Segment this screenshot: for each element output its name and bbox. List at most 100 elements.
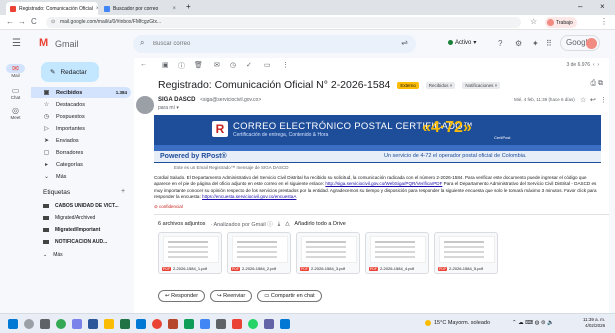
sidebar-item-starred[interactable]: ☆ Destacados	[31, 99, 131, 110]
reply-icon[interactable]: ↩	[590, 96, 596, 104]
app-icon[interactable]	[232, 319, 242, 329]
label-item[interactable]: CABOS UNIDAD DE VICT...	[43, 203, 131, 209]
label-item[interactable]: NOTIFICACIÓN AUD...	[43, 239, 131, 245]
rail-mail[interactable]: ✉ Mail	[0, 64, 31, 78]
taskbar: 15°C Mayorm. soleado ⌃ ☁ ⌨ ◍ ⊜ 🔈 11:39 a…	[0, 313, 615, 333]
attachment-card[interactable]: PDF 2-2026-1584_1.pdf	[158, 232, 222, 274]
search-icon[interactable]: ⌕	[140, 38, 144, 48]
label-item[interactable]: Migrated/Archived	[43, 215, 131, 221]
add-task-icon[interactable]: ✓	[246, 61, 252, 69]
label-chip[interactable]: Notificaciones ×	[462, 81, 501, 89]
sidebar-item-more[interactable]: ⌄ Más	[31, 171, 131, 182]
labels-more[interactable]: ⌄ Más	[43, 252, 131, 258]
app-icon[interactable]	[216, 319, 226, 329]
sidebar-item-inbox[interactable]: ▣ Recibidos 1.384	[31, 87, 131, 98]
drive-icon[interactable]: △	[285, 221, 289, 227]
outlook-icon[interactable]	[136, 319, 146, 329]
more-options-icon[interactable]: ⋮	[282, 61, 289, 69]
site-info-icon[interactable]: ⊙	[51, 17, 55, 28]
status-indicator[interactable]: Activo ▾	[448, 39, 476, 46]
sidebar-item-snoozed[interactable]: ◷ Pospuestos	[31, 111, 131, 122]
search-bar[interactable]: ⌕ ⇌	[133, 35, 416, 53]
browser-tab-active[interactable]: Registrado: Comunicación Oficial ×	[6, 2, 98, 15]
compose-button[interactable]: ✎ Redactar	[41, 62, 99, 82]
start-icon[interactable]	[8, 319, 18, 329]
apps-grid-icon[interactable]: ⠿	[546, 39, 552, 48]
add-label-icon[interactable]: +	[121, 188, 125, 195]
task-view-icon[interactable]	[40, 319, 50, 329]
chrome-icon[interactable]	[56, 319, 66, 329]
move-to-icon[interactable]: ▭	[264, 61, 271, 69]
label-item[interactable]: Migrated/Important	[43, 227, 131, 233]
search-input[interactable]	[153, 38, 383, 50]
add-to-drive-link[interactable]: Añadirlo todo a Drive	[294, 221, 345, 227]
report-spam-icon[interactable]: ⓘ	[178, 61, 185, 71]
account-switcher[interactable]: Google	[560, 35, 600, 51]
app-icon[interactable]	[200, 319, 210, 329]
minimize-icon[interactable]: –	[578, 2, 582, 11]
settings-gear-icon[interactable]: ⚙	[515, 39, 522, 48]
gmail-logo-icon[interactable]: M	[39, 37, 48, 49]
more-options-icon[interactable]: ⋮	[600, 96, 607, 104]
prev-page-icon[interactable]: ‹	[591, 62, 595, 68]
back-icon[interactable]: ←	[6, 17, 14, 26]
back-to-inbox-icon[interactable]: ←	[140, 61, 147, 68]
help-icon[interactable]: ?	[498, 39, 502, 48]
mark-unread-icon[interactable]: ✉	[214, 61, 220, 69]
browser-tab[interactable]: Buscador por correo ×	[100, 2, 180, 15]
attachment-card[interactable]: PDF 2-2026-1584_4.pdf	[365, 232, 429, 274]
attachment-card[interactable]: PDF 2-2026-1584_5.pdf	[434, 232, 498, 274]
app-icon[interactable]	[264, 319, 274, 329]
search-taskbar-icon[interactable]	[24, 319, 34, 329]
attachment-card[interactable]: PDF 2-2026-1584_2.pdf	[227, 232, 291, 274]
teams-icon[interactable]	[72, 319, 82, 329]
new-tab-icon[interactable]: +	[186, 2, 191, 11]
main-menu-icon[interactable]: ☰	[12, 38, 21, 49]
search-options-icon[interactable]: ⇌	[401, 38, 408, 47]
weather-widget[interactable]: 15°C Mayorm. soleado	[425, 320, 490, 326]
next-page-icon[interactable]: ›	[596, 62, 599, 68]
reply-button[interactable]: ↩ Responder	[158, 290, 206, 302]
word-icon[interactable]	[88, 319, 98, 329]
app-icon[interactable]	[184, 319, 194, 329]
reload-icon[interactable]: C	[31, 17, 37, 26]
recipient-line[interactable]: para mí ▾	[158, 105, 179, 111]
rail-chat[interactable]: ▭ Chat	[0, 86, 31, 100]
share-in-chat-button[interactable]: ▭ Compartir en chat	[257, 290, 322, 302]
gemini-icon[interactable]: ✦	[532, 39, 539, 48]
sender-avatar[interactable]	[136, 96, 154, 114]
print-icon[interactable]: ⎙ ⧉	[590, 80, 603, 88]
label-chip[interactable]: Recibidos ×	[425, 81, 456, 89]
profile-chip[interactable]: Trabajo	[545, 17, 577, 28]
browser-menu-icon[interactable]: ⋮	[600, 17, 608, 26]
app-icon[interactable]	[280, 319, 290, 329]
window-close-icon[interactable]: ×	[600, 2, 605, 11]
sidebar-item-important[interactable]: ▷ Importantes	[31, 123, 131, 134]
url-field[interactable]: ⊙ mail.google.com/mail/u/0/#inbox/FMfcgz…	[46, 17, 521, 28]
close-tab-icon[interactable]: ×	[172, 6, 176, 12]
snooze-icon[interactable]: ◷	[230, 61, 236, 69]
clock[interactable]: 11:39 a. m. 4/02/2026	[583, 317, 605, 329]
sidebar-item-categories[interactable]: ▸ Categorías	[31, 159, 131, 170]
powerpoint-icon[interactable]	[168, 319, 178, 329]
delete-icon[interactable]: 🗑	[194, 61, 203, 69]
sidebar: ✎ Redactar ▣ Recibidos 1.384 ☆ Destacado…	[31, 58, 134, 313]
sidebar-item-drafts[interactable]: ▢ Borradores	[31, 147, 131, 158]
rail-meet[interactable]: ◎ Meet	[0, 106, 31, 120]
file-explorer-icon[interactable]	[104, 319, 114, 329]
archive-icon[interactable]: ▣	[162, 61, 169, 69]
excel-icon[interactable]	[120, 319, 130, 329]
download-all-icon[interactable]: ⤓	[278, 221, 280, 228]
attachment-card[interactable]: PDF 2-2026-1584_3.pdf	[296, 232, 360, 274]
forward-button[interactable]: ↪ Reenviar	[210, 290, 253, 302]
system-tray-icons[interactable]: ⌃ ☁ ⌨ ◍ ⊜ 🔈	[512, 320, 554, 326]
survey-link[interactable]: https://encuesta.serviciocivil.gov.co/en…	[202, 194, 296, 199]
sidebar-item-sent[interactable]: ➤ Enviados	[31, 135, 131, 146]
bookmark-star-icon[interactable]: ☆	[530, 17, 537, 26]
verify-link[interactable]: http://siga.serviciocivil.gov.co/WebSiga…	[325, 181, 442, 186]
star-icon[interactable]: ☆	[580, 96, 586, 104]
forward-icon[interactable]: →	[18, 17, 26, 26]
chrome-active-icon[interactable]	[152, 319, 162, 329]
whatsapp-icon[interactable]	[248, 319, 258, 329]
close-tab-icon[interactable]: ×	[96, 6, 98, 12]
